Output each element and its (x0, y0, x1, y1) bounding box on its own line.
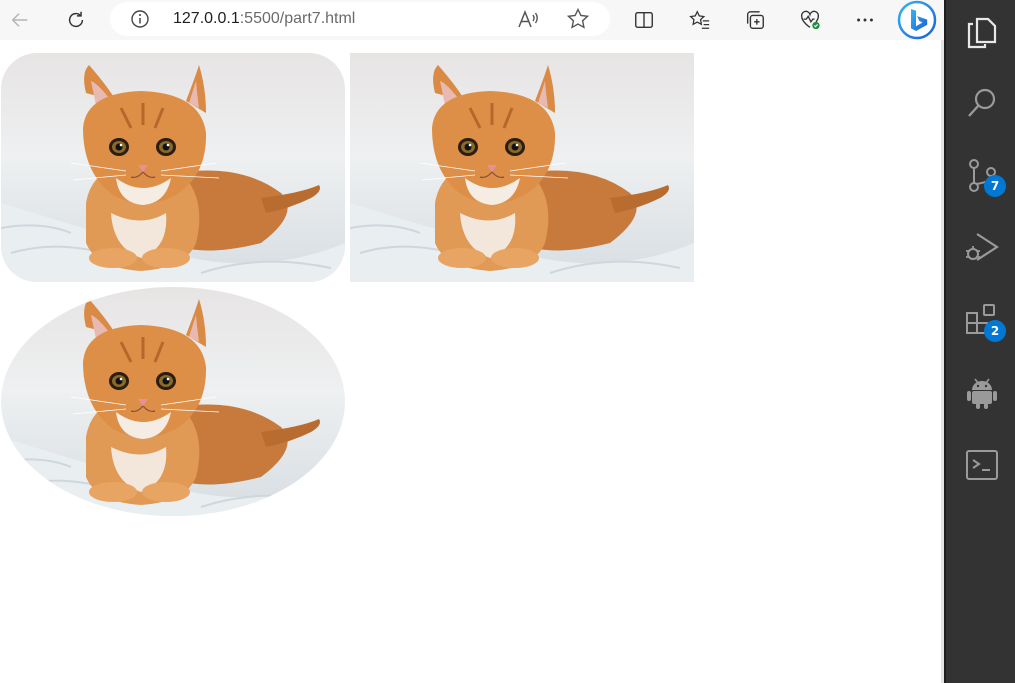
url-host: 127.0.0.1 (173, 10, 240, 27)
android-icon[interactable] (960, 370, 1004, 414)
browser-toolbar: 127.0.0.1:5500/part7.html (0, 0, 944, 40)
bing-icon[interactable] (897, 0, 937, 40)
terminal-icon[interactable] (960, 443, 1004, 487)
cat-image-ellipse (1, 287, 345, 516)
extensions-badge: 2 (984, 320, 1006, 342)
cat-image-square (350, 53, 694, 282)
source-control-icon[interactable]: 7 (960, 153, 1006, 197)
read-aloud-icon[interactable] (516, 8, 540, 30)
address-bar[interactable]: 127.0.0.1:5500/part7.html (110, 2, 610, 36)
search-icon[interactable] (960, 81, 1004, 125)
source-control-badge: 7 (984, 175, 1006, 197)
site-info-icon[interactable] (130, 9, 150, 29)
favorites-icon[interactable] (684, 4, 716, 36)
back-icon[interactable] (4, 4, 36, 36)
url-path: :5500/part7.html (239, 10, 356, 27)
cat-image-rounded (1, 53, 345, 282)
explorer-icon[interactable] (960, 11, 1004, 55)
run-debug-icon[interactable] (960, 225, 1004, 269)
add-favorite-icon[interactable] (566, 7, 590, 31)
more-icon[interactable] (849, 4, 881, 36)
activity-sidebar: 7 2 (944, 0, 1015, 683)
page-viewport (0, 40, 942, 683)
split-screen-icon[interactable] (628, 4, 660, 36)
collections-icon[interactable] (739, 4, 771, 36)
browser-essentials-icon[interactable] (794, 4, 826, 36)
extensions-icon[interactable]: 2 (960, 298, 1006, 342)
url-text[interactable]: 127.0.0.1:5500/part7.html (173, 10, 355, 28)
refresh-icon[interactable] (60, 4, 92, 36)
